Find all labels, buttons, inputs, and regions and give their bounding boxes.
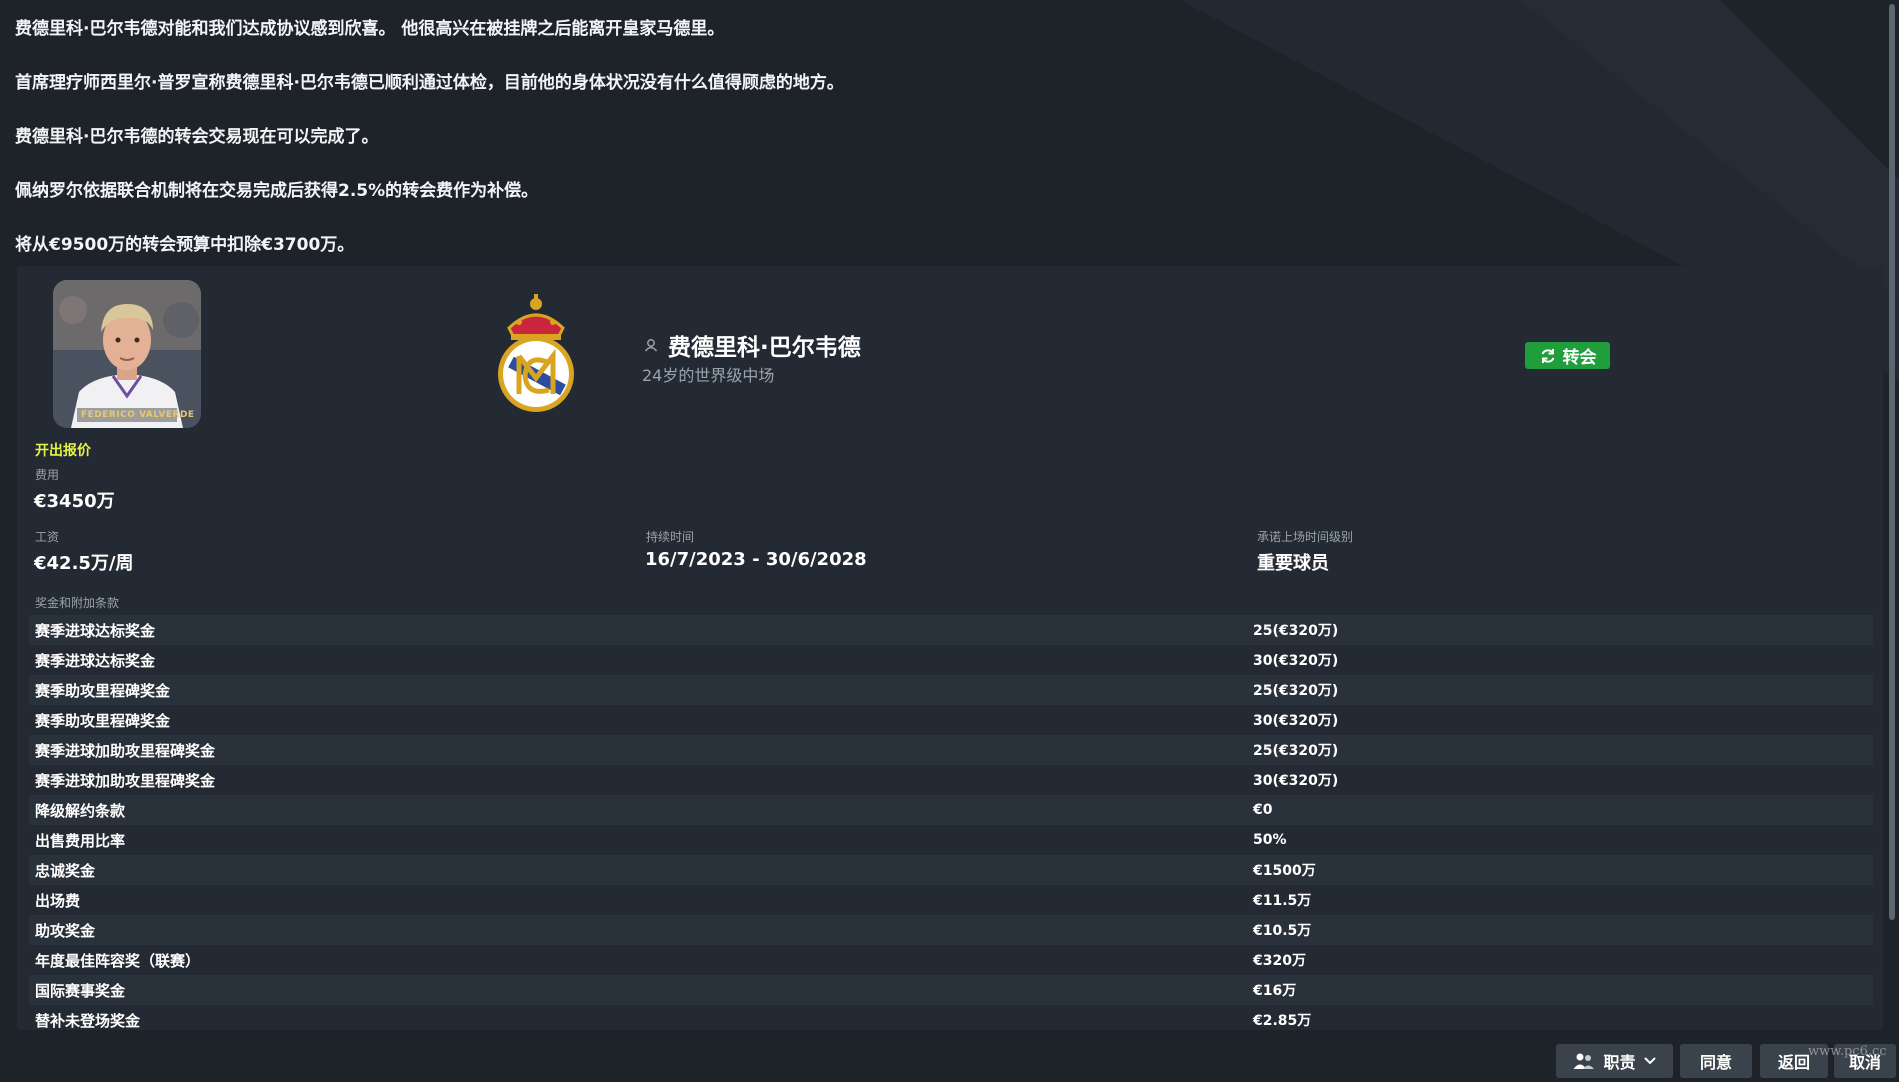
message-line-3: 费德里科·巴尔韦德的转会交易现在可以完成了。 (15, 127, 379, 147)
bonus-section-label: 奖金和附加条款 (35, 596, 120, 610)
player-profile-icon (644, 339, 658, 352)
bonus-name: 年度最佳阵容奖（联赛） (35, 951, 201, 970)
bonus-value: €11.5万 (1253, 893, 1312, 909)
duty-button-label: 职责 (1603, 1053, 1636, 1072)
refresh-icon (1541, 348, 1554, 363)
bonus-value: 25(€320万) (1253, 743, 1339, 759)
message-line-1: 费德里科·巴尔韦德对能和我们达成协议感到欣喜。 他很高兴在被挂牌之后能离开皇家马… (15, 19, 725, 39)
table-row: 助攻奖金 €10.5万 (29, 915, 1873, 945)
offer-heading: 开出报价 (35, 443, 91, 459)
portrait-caption: FEDERICO VALVERDE (81, 410, 195, 420)
bonus-value: €2.85万 (1253, 1013, 1312, 1029)
bonus-name: 替补未登场奖金 (35, 1011, 141, 1030)
club-crest[interactable] (489, 292, 583, 414)
bonus-value: €10.5万 (1253, 923, 1312, 939)
bonus-name: 赛季助攻里程碑奖金 (35, 711, 171, 730)
agree-button[interactable]: 同意 (1680, 1044, 1752, 1078)
duration-label: 持续时间 (646, 530, 695, 544)
table-row: 替补未登场奖金 €2.85万 (29, 1005, 1873, 1030)
table-row: 降级解约条款 €0 (29, 795, 1873, 825)
table-row: 国际赛事奖金 €16万 (29, 975, 1873, 1005)
bonus-value: 25(€320万) (1253, 683, 1339, 699)
bonus-value: 50% (1253, 832, 1287, 848)
bonus-name: 赛季进球达标奖金 (35, 621, 156, 640)
bonus-name: 忠诚奖金 (35, 861, 96, 880)
bonus-name: 国际赛事奖金 (35, 981, 126, 1000)
bonus-value: 30(€320万) (1253, 713, 1339, 729)
bonus-name: 降级解约条款 (35, 801, 126, 820)
table-row: 赛季助攻里程碑奖金 30(€320万) (29, 705, 1873, 735)
bonus-value: €320万 (1253, 953, 1306, 969)
duty-dropdown-button[interactable]: 职责 (1556, 1044, 1673, 1078)
fee-label: 费用 (35, 468, 60, 482)
playing-time-label: 承诺上场时间级别 (1257, 530, 1354, 544)
bottom-action-bar: 职责 同意 返回 取消 (0, 1030, 1899, 1082)
site-watermark: www.pc6.cc (1808, 1044, 1887, 1059)
table-row: 赛季进球达标奖金 25(€320万) (29, 615, 1873, 645)
bonus-name: 赛季进球加助攻里程碑奖金 (35, 741, 216, 760)
bonus-value: €0 (1253, 802, 1273, 818)
message-line-5: 将从€9500万的转会预算中扣除€3700万。 (15, 235, 355, 255)
fee-value: €3450万 (34, 491, 115, 512)
bonus-value: 30(€320万) (1253, 653, 1339, 669)
transfer-status-badge: 转会 (1525, 342, 1610, 369)
table-row: 赛季进球加助攻里程碑奖金 25(€320万) (29, 735, 1873, 765)
back-button-label: 返回 (1777, 1053, 1810, 1072)
table-row: 赛季助攻里程碑奖金 25(€320万) (29, 675, 1873, 705)
player-portrait[interactable]: FEDERICO VALVERDE (53, 280, 201, 428)
message-line-2: 首席理疗师西里尔·普罗宣称费德里科·巴尔韦德已顺利通过体检，目前他的身体状况没有… (15, 73, 844, 93)
player-name[interactable]: 费德里科·巴尔韦德 (668, 328, 861, 362)
staff-icon (1573, 1053, 1595, 1069)
bonus-name: 助攻奖金 (35, 921, 96, 940)
table-row: 年度最佳阵容奖（联赛） €320万 (29, 945, 1873, 975)
bonus-name: 出场费 (35, 891, 81, 910)
contract-offer-card: FEDERICO VALVERDE 费德里科·巴尔韦德 24岁的世界级中场 转会… (17, 266, 1883, 1030)
bonus-value: €1500万 (1253, 863, 1316, 879)
bonus-name: 出售费用比率 (35, 831, 126, 850)
table-row: 赛季进球达标奖金 30(€320万) (29, 645, 1873, 675)
wage-value: €42.5万/周 (34, 553, 134, 574)
bonus-name: 赛季进球加助攻里程碑奖金 (35, 771, 216, 790)
bonus-table: 赛季进球达标奖金 25(€320万) 赛季进球达标奖金 30(€320万) 赛季助攻… (29, 615, 1873, 1030)
table-row: 赛季进球加助攻里程碑奖金 30(€320万) (29, 765, 1873, 795)
table-row: 出场费 €11.5万 (29, 885, 1873, 915)
bonus-value: €16万 (1253, 983, 1297, 999)
message-line-4: 佩纳罗尔依据联合机制将在交易完成后获得2.5%的转会费作为补偿。 (15, 181, 539, 201)
agree-button-label: 同意 (1699, 1053, 1732, 1072)
bonus-name: 赛季进球达标奖金 (35, 651, 156, 670)
chevron-down-icon (1643, 1057, 1656, 1065)
bonus-value: 25(€320万) (1253, 623, 1339, 639)
table-row: 忠诚奖金 €1500万 (29, 855, 1873, 885)
bonus-name: 赛季助攻里程碑奖金 (35, 681, 171, 700)
playing-time-value: 重要球员 (1257, 553, 1329, 574)
vertical-scrollbar[interactable] (1889, 4, 1895, 920)
wage-label: 工资 (35, 530, 60, 544)
table-row: 出售费用比率 50% (29, 825, 1873, 855)
message-body[interactable]: 费德里科·巴尔韦德对能和我们达成协议感到欣喜。 他很高兴在被挂牌之后能离开皇家马… (0, 0, 1888, 1030)
transfer-badge-label: 转会 (1562, 348, 1597, 368)
bonus-value: 30(€320万) (1253, 773, 1339, 789)
player-description: 24岁的世界级中场 (642, 366, 775, 385)
player-header: 费德里科·巴尔韦德 (644, 328, 861, 362)
duration-value: 16/7/2023 - 30/6/2028 (645, 549, 867, 570)
